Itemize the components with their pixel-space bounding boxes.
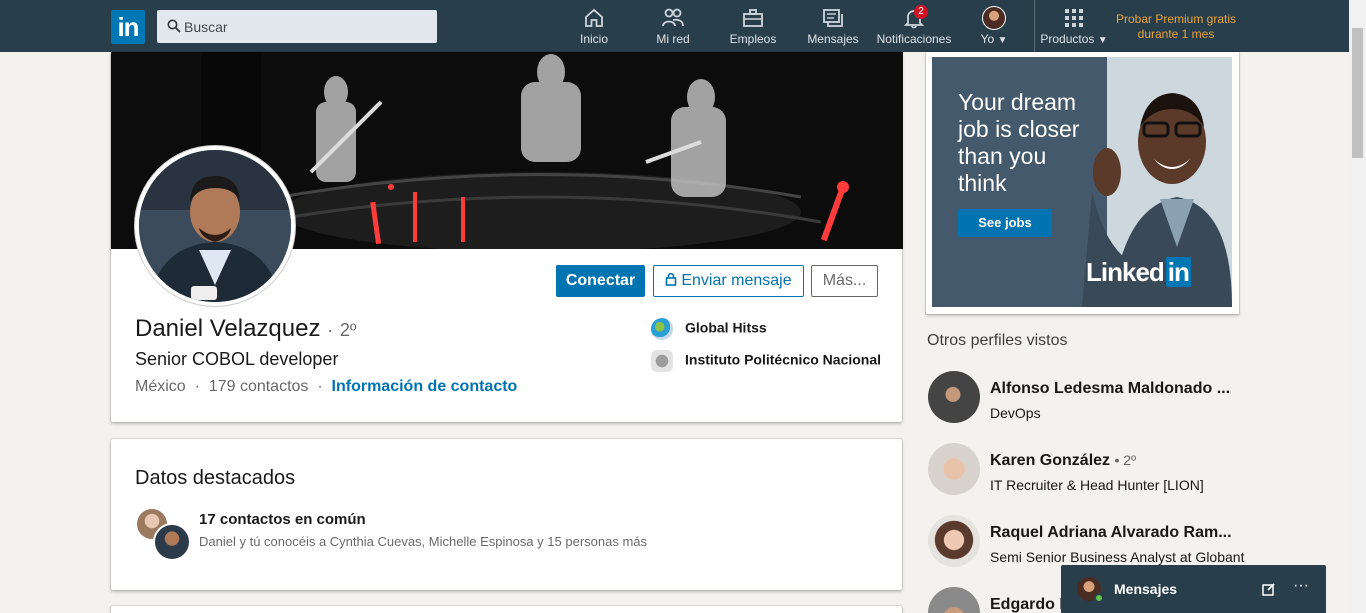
home-icon	[585, 8, 603, 27]
premium-line-2: durante 1 mes	[1137, 27, 1215, 41]
send-message-label: Enviar mensaje	[681, 272, 792, 289]
person-avatar	[928, 443, 980, 495]
person-avatar	[928, 515, 980, 567]
people-list-item[interactable]: Alfonso Ledesma Maldonado ... DevOps	[928, 371, 1230, 427]
compose-icon[interactable]	[1262, 582, 1276, 596]
connection-degree: 2º	[339, 320, 357, 340]
scrollbar-thumb[interactable]	[1352, 28, 1363, 158]
person-headline: IT Recruiter & Head Hunter [LION]	[990, 477, 1204, 493]
profile-photo[interactable]	[135, 146, 295, 306]
search-box[interactable]	[157, 10, 437, 43]
highlights-card: Datos destacados 17 contactos en común D…	[111, 439, 902, 590]
profile-location: México	[135, 378, 186, 395]
ad-card[interactable]: Your dream job is closer than you think …	[926, 52, 1239, 314]
network-icon	[662, 8, 684, 27]
global-hitss-logo-icon	[651, 318, 673, 340]
person-headline: Semi Senior Business Analyst at Globant	[990, 549, 1245, 565]
nav-jobs-label: Empleos	[729, 32, 777, 46]
org-current-company-label: Global Hitss	[685, 319, 767, 336]
messaging-dock[interactable]: Mensajes ···	[1061, 565, 1326, 613]
nav-me-label: Yo ▼	[980, 32, 1008, 46]
person-avatar	[928, 587, 980, 613]
degree-separator: ·	[327, 320, 334, 340]
profile-name-line: Daniel Velazquez · 2º	[135, 315, 356, 343]
grid-icon	[1065, 9, 1083, 27]
ad-banner: Your dream job is closer than you think …	[932, 57, 1232, 307]
search-input[interactable]	[184, 10, 429, 43]
premium-upsell-link[interactable]: Probar Premium gratis durante 1 mes	[1110, 12, 1242, 42]
linkedin-logo[interactable]: in	[111, 10, 145, 44]
messaging-title: Mensajes	[1114, 581, 1178, 597]
nav-notifications-label: Notificaciones	[876, 32, 952, 46]
briefcase-icon	[743, 9, 763, 27]
top-navigation: in Inicio Mi red Empleos Mensajes 2 Noti…	[0, 0, 1366, 52]
messages-icon	[823, 9, 843, 27]
online-status-indicator	[1094, 593, 1104, 603]
person-headline: DevOps	[990, 405, 1041, 421]
profile-headline: Senior COBOL developer	[135, 349, 339, 369]
highlights-title: Datos destacados	[135, 467, 296, 489]
person-name[interactable]: Raquel Adriana Alvarado Ram...	[990, 524, 1232, 542]
org-current-company[interactable]: Global Hitss	[651, 318, 767, 340]
people-list-item[interactable]: Raquel Adriana Alvarado Ram... Semi Seni…	[928, 515, 1244, 571]
nav-messages[interactable]: Mensajes	[807, 6, 859, 50]
mutual-contacts-subtitle: Daniel y tú conocéis a Cynthia Cuevas, M…	[199, 534, 648, 549]
profile-top-card: Conectar Enviar mensaje Más... Daniel Ve…	[111, 52, 903, 422]
messaging-more-button[interactable]: ···	[1293, 577, 1309, 595]
nav-notifications[interactable]: 2 Notificaciones	[874, 5, 954, 50]
people-list-item[interactable]: Karen González • 2º IT Recruiter & Head …	[928, 443, 1228, 499]
nav-products[interactable]: Productos ▼	[1036, 6, 1112, 50]
ipn-logo-icon	[651, 350, 673, 372]
profile-photo-image	[139, 150, 291, 302]
nav-home-label: Inicio	[579, 32, 608, 46]
location-separator: ·	[194, 378, 200, 395]
nav-me[interactable]: Yo ▼	[976, 6, 1012, 50]
connections-separator: ·	[317, 378, 323, 395]
send-message-button[interactable]: Enviar mensaje	[653, 265, 804, 297]
nav-jobs[interactable]: Empleos	[728, 6, 778, 50]
connections-count[interactable]: 179 contactos	[209, 378, 309, 395]
me-avatar	[982, 6, 1006, 30]
profile-mini-avatar	[153, 523, 191, 561]
person-name[interactable]: Alfonso Ledesma Maldonado ...	[990, 380, 1230, 398]
nav-home[interactable]: Inicio	[572, 6, 616, 50]
profile-name: Daniel Velazquez	[135, 315, 321, 342]
next-section-card	[111, 606, 902, 613]
person-name-line[interactable]: Karen González • 2º	[990, 452, 1136, 470]
ad-brand-in: in	[1165, 257, 1191, 287]
more-button[interactable]: Más...	[811, 265, 878, 297]
search-icon	[167, 19, 181, 33]
nav-divider	[1034, 0, 1035, 52]
person-name: Karen González	[990, 452, 1111, 469]
ad-brand-text: Linked	[1086, 257, 1165, 287]
premium-line-1: Probar Premium gratis	[1115, 12, 1237, 26]
people-also-viewed-title: Otros perfiles vistos	[927, 332, 1068, 349]
nav-messages-label: Mensajes	[807, 32, 859, 46]
ad-linkedin-logo: Linked in	[1086, 257, 1191, 288]
ad-headline: Your dream job is closer than you think	[958, 89, 1080, 196]
profile-location-line: México · 179 contactos · Información de …	[135, 378, 517, 396]
connect-button[interactable]: Conectar	[556, 265, 645, 297]
lock-icon	[666, 272, 677, 286]
person-avatar	[928, 371, 980, 423]
notifications-badge: 2	[914, 5, 928, 19]
nav-products-label: Productos ▼	[1040, 32, 1108, 46]
nav-network-label: Mi red	[656, 32, 690, 46]
org-education[interactable]: Instituto Politécnico Nacional	[651, 350, 881, 372]
mutual-contacts-title[interactable]: 17 contactos en común	[199, 511, 366, 528]
nav-network[interactable]: Mi red	[651, 6, 695, 50]
see-jobs-button[interactable]: See jobs	[958, 209, 1052, 237]
person-degree: • 2º	[1114, 452, 1137, 468]
contact-info-link[interactable]: Información de contacto	[332, 378, 518, 395]
org-education-label: Instituto Politécnico Nacional	[685, 351, 882, 368]
page-scrollbar[interactable]	[1349, 0, 1366, 613]
